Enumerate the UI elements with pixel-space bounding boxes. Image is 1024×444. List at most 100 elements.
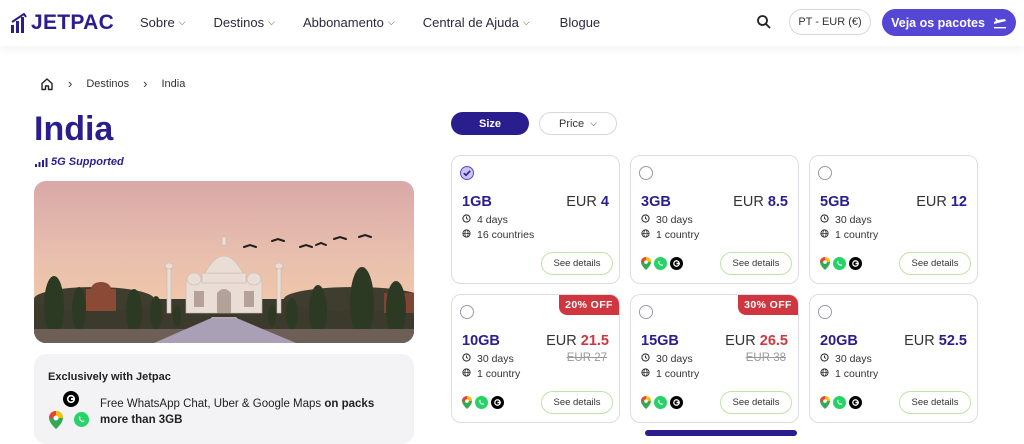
nav-item-blogue[interactable]: Blogue: [560, 15, 600, 30]
nav-item-central-de-ajuda[interactable]: Central de Ajuda ⌵: [423, 15, 530, 30]
package-coverage: 1 country: [820, 229, 878, 241]
price-currency: EUR: [916, 194, 947, 210]
chevron-down-icon: ⌵: [178, 17, 186, 27]
nav-label: Abbonamento: [302, 15, 384, 30]
package-card[interactable]: 20% OFF 10GB EUR 21.5 EUR 27 30 days 1 countr…: [451, 294, 620, 423]
package-price: EUR 26.5: [725, 333, 788, 349]
search-button[interactable]: [756, 14, 774, 32]
package-coverage: 16 countries: [462, 229, 534, 241]
google-maps-icon: [462, 396, 472, 414]
coverage-label: 1 country: [656, 368, 700, 380]
nav-label: Blogue: [559, 15, 601, 30]
google-maps-icon: [641, 257, 651, 275]
filter-size-button[interactable]: Size: [451, 112, 529, 135]
see-details-button[interactable]: See details: [720, 391, 792, 414]
discount-badge: 20% OFF: [559, 295, 619, 315]
uber-icon: [849, 396, 862, 414]
price-amount: 4: [600, 194, 609, 210]
price-currency: EUR: [904, 333, 935, 349]
package-size: 10GB: [462, 333, 500, 349]
duration-label: 30 days: [656, 214, 693, 226]
package-size: 3GB: [641, 194, 671, 210]
price-currency: EUR: [725, 333, 756, 349]
price-currency: EUR: [566, 194, 597, 210]
chevron-down-icon: ⌵: [387, 17, 395, 27]
package-radio[interactable]: [639, 305, 653, 319]
coverage-label: 1 country: [835, 229, 879, 241]
price-amount: 52.5: [938, 333, 967, 349]
package-radio[interactable]: [460, 166, 474, 180]
nav-label: Sobre: [140, 15, 175, 30]
package-coverage: 1 country: [820, 368, 878, 380]
breadcrumb-current: India: [161, 77, 186, 90]
package-radio[interactable]: [460, 305, 474, 319]
chevron-down-icon: ⌵: [590, 118, 597, 128]
nav-label: Destinos: [213, 15, 265, 30]
breadcrumb-destinos[interactable]: Destinos: [86, 78, 129, 90]
package-card[interactable]: 3GB EUR 8.5 30 days 1 country See details: [630, 155, 799, 284]
brand-logo[interactable]: JETPAC: [10, 11, 114, 35]
package-radio[interactable]: [639, 166, 653, 180]
package-radio[interactable]: [818, 166, 832, 180]
package-price: EUR 52.5: [904, 333, 967, 349]
promo-title: Exclusively with Jetpac: [48, 371, 171, 383]
nav-item-sobre[interactable]: Sobre ⌵: [140, 15, 186, 30]
nav-label: Central de Ajuda: [422, 15, 519, 30]
taj-mahal-illustration: [34, 181, 414, 343]
discount-badge: 30% OFF: [738, 295, 798, 315]
coverage-label: 1 country: [656, 229, 700, 241]
chevron-right-icon: ›: [143, 76, 148, 91]
package-card[interactable]: 1GB EUR 4 4 days 16 countries See details: [451, 155, 620, 284]
whatsapp-icon: [654, 257, 667, 275]
price-amount: 12: [950, 194, 967, 210]
package-duration: 30 days: [820, 214, 872, 226]
uber-icon: [491, 396, 504, 414]
view-packages-button[interactable]: Veja os pacotes: [882, 9, 1016, 36]
globe-icon: [641, 368, 650, 380]
see-details-button[interactable]: See details: [899, 252, 971, 275]
nav-item-destinos[interactable]: Destinos ⌵: [214, 15, 275, 30]
see-details-button[interactable]: See details: [720, 252, 792, 275]
network-badge-label: 5G Supported: [51, 156, 124, 168]
package-card[interactable]: 5GB EUR 12 30 days 1 country See details: [809, 155, 978, 284]
uber-icon: [849, 257, 862, 275]
price-currency: EUR: [546, 333, 577, 349]
chevron-right-icon: ›: [68, 76, 73, 91]
package-size: 1GB: [462, 194, 492, 210]
clock-icon: [641, 353, 650, 365]
clock-icon: [641, 214, 650, 226]
whatsapp-icon: [74, 412, 89, 427]
package-card[interactable]: 30% OFF 15GB EUR 26.5 EUR 38 30 days 1 countr…: [630, 294, 799, 423]
network-badge: 5G Supported: [35, 156, 124, 168]
see-details-button[interactable]: See details: [899, 391, 971, 414]
duration-label: 30 days: [656, 353, 693, 365]
filter-price-button[interactable]: Price ⌵: [539, 112, 617, 135]
package-size: 15GB: [641, 333, 679, 349]
nav-item-abbonamento[interactable]: Abbonamento ⌵: [303, 15, 395, 30]
package-card[interactable]: 20GB EUR 52.5 30 days 1 country See details: [809, 294, 978, 423]
whatsapp-icon: [833, 257, 846, 275]
promo-text: Free WhatsApp Chat, Uber & Google Maps o…: [100, 396, 400, 428]
coverage-label: 16 countries: [477, 229, 535, 241]
see-details-button[interactable]: See details: [541, 391, 613, 414]
continue-button[interactable]: [645, 430, 797, 436]
home-icon[interactable]: [40, 77, 54, 91]
chevron-down-icon: ⌵: [268, 17, 275, 27]
package-coverage: 1 country: [462, 368, 520, 380]
duration-label: 30 days: [477, 353, 514, 365]
included-apps: [820, 257, 862, 275]
uber-icon: [670, 396, 683, 414]
included-apps: [820, 396, 862, 414]
included-apps: [641, 396, 683, 414]
see-details-button[interactable]: See details: [541, 252, 613, 275]
exclusive-promo: Exclusively with Jetpac Free WhatsApp Ch…: [34, 354, 414, 444]
package-coverage: 1 country: [641, 229, 699, 241]
google-maps-icon: [641, 396, 651, 414]
package-price: EUR 21.5: [546, 333, 609, 349]
duration-label: 30 days: [835, 214, 872, 226]
locale-selector[interactable]: PT - EUR (€): [789, 9, 871, 35]
plane-icon: [993, 17, 1006, 28]
package-duration: 4 days: [462, 214, 508, 226]
package-radio[interactable]: [818, 305, 832, 319]
coverage-label: 1 country: [835, 368, 879, 380]
